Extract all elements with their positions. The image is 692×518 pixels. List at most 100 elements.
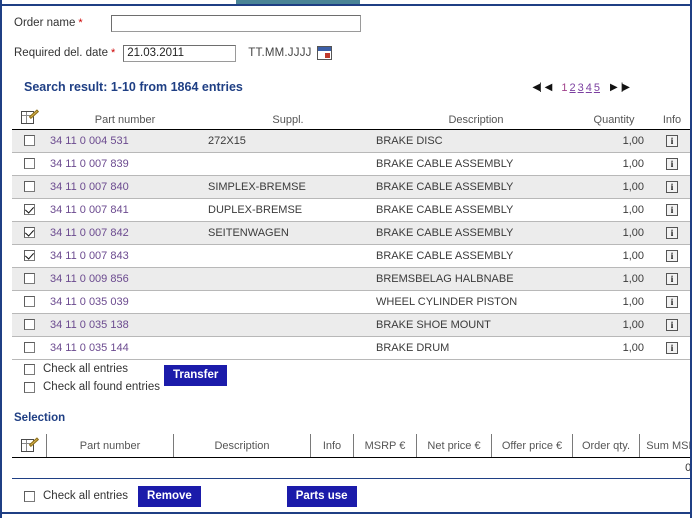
row-select-cell[interactable] (12, 290, 46, 314)
row-select-cell[interactable] (12, 175, 46, 199)
check-all-entries-checkbox[interactable] (24, 363, 35, 375)
pager-first-icon[interactable]: ◀| (532, 83, 541, 93)
info-icon[interactable]: i (666, 227, 678, 239)
cell-info[interactable]: i (648, 198, 690, 222)
row-checkbox[interactable] (23, 203, 35, 215)
row-select-cell[interactable] (12, 336, 46, 360)
info-icon[interactable]: i (666, 319, 678, 331)
cell-part-number[interactable]: 34 11 0 004 531 (46, 129, 204, 153)
part-number-link[interactable]: 34 11 0 009 856 (50, 273, 129, 285)
cell-info[interactable]: i (648, 336, 690, 360)
row-select-cell[interactable] (12, 129, 46, 153)
part-number-link[interactable]: 34 11 0 035 039 (50, 296, 129, 308)
info-icon[interactable]: i (666, 273, 678, 285)
header-quantity[interactable]: Quantity (580, 108, 648, 130)
cell-supplier: SIMPLEX-BREMSE (204, 175, 372, 199)
cell-part-number[interactable]: 34 11 0 035 138 (46, 313, 204, 337)
selection-header-select-all-cell[interactable] (12, 434, 47, 458)
part-number-link[interactable]: 34 11 0 007 843 (50, 250, 129, 262)
grid-pencil-icon[interactable] (21, 109, 40, 125)
parts-use-button[interactable]: Parts use (286, 485, 357, 507)
cell-info[interactable]: i (648, 175, 690, 199)
cell-part-number[interactable]: 34 11 0 007 843 (46, 244, 204, 268)
cell-part-number[interactable]: 34 11 0 007 839 (46, 152, 204, 176)
cell-quantity: 1,00 (580, 267, 648, 291)
pager-page-5[interactable]: 5 (594, 82, 600, 94)
info-icon[interactable]: i (666, 158, 678, 170)
row-select-cell[interactable] (12, 313, 46, 337)
row-select-cell[interactable] (12, 221, 46, 245)
selection-header-offer-price[interactable]: Offer price € (491, 434, 573, 458)
cell-quantity: 1,00 (580, 129, 648, 153)
info-icon[interactable]: i (666, 342, 678, 354)
row-checkbox[interactable] (23, 249, 35, 261)
row-select-cell[interactable] (12, 244, 46, 268)
row-checkbox[interactable] (23, 341, 35, 353)
pager-next-icon[interactable]: ▶ (610, 83, 618, 93)
info-icon[interactable]: i (666, 181, 678, 193)
cell-info[interactable]: i (648, 221, 690, 245)
grid-pencil-icon[interactable] (21, 436, 40, 453)
calendar-icon[interactable] (316, 46, 332, 60)
row-select-cell[interactable] (12, 267, 46, 291)
row-checkbox[interactable] (23, 318, 35, 330)
bottom-divider (2, 512, 690, 514)
cell-info[interactable]: i (648, 313, 690, 337)
selection-check-all-entries-checkbox[interactable] (24, 490, 35, 502)
info-icon[interactable]: i (666, 250, 678, 262)
header-select-all-cell[interactable] (12, 108, 46, 130)
cell-info[interactable]: i (648, 152, 690, 176)
cell-info[interactable]: i (648, 267, 690, 291)
selection-header-msrp[interactable]: MSRP € (353, 434, 417, 458)
cell-part-number[interactable]: 34 11 0 009 856 (46, 267, 204, 291)
part-number-link[interactable]: 34 11 0 035 138 (50, 319, 129, 331)
row-checkbox[interactable] (23, 295, 35, 307)
part-number-link[interactable]: 34 11 0 007 840 (50, 181, 129, 193)
info-icon[interactable]: i (666, 296, 678, 308)
pager-page-1[interactable]: 1 (561, 82, 567, 94)
row-checkbox[interactable] (23, 226, 35, 238)
transfer-button[interactable]: Transfer (164, 365, 228, 386)
pager-page-4[interactable]: 4 (586, 82, 592, 94)
part-number-link[interactable]: 34 11 0 035 144 (50, 342, 129, 354)
pager-prev-icon[interactable]: ◀ (545, 83, 553, 93)
pager-last-icon[interactable]: |▶ (621, 83, 630, 93)
cell-part-number[interactable]: 34 11 0 007 841 (46, 198, 204, 222)
selection-header-description[interactable]: Description (173, 434, 311, 458)
cell-part-number[interactable]: 34 11 0 007 840 (46, 175, 204, 199)
row-checkbox[interactable] (23, 157, 35, 169)
check-all-found-entries-checkbox[interactable] (24, 381, 35, 393)
cell-part-number[interactable]: 34 11 0 007 842 (46, 221, 204, 245)
cell-info[interactable]: i (648, 290, 690, 314)
row-checkbox[interactable] (23, 180, 35, 192)
pager-page-3[interactable]: 3 (578, 82, 584, 94)
part-number-link[interactable]: 34 11 0 007 839 (50, 158, 129, 170)
row-select-cell[interactable] (12, 152, 46, 176)
part-number-link[interactable]: 34 11 0 007 842 (50, 227, 129, 239)
cell-description: WHEEL CYLINDER PISTON (372, 290, 580, 314)
order-parts-page: Order name * Required del. date * TT.MM.… (0, 0, 692, 518)
header-description[interactable]: Description (372, 108, 580, 130)
selection-header-sum-msrp[interactable]: Sum MSRP (639, 434, 690, 458)
order-name-input[interactable] (110, 14, 361, 32)
part-number-link[interactable]: 34 11 0 004 531 (50, 135, 129, 147)
part-number-link[interactable]: 34 11 0 007 841 (50, 204, 129, 216)
selection-header-order-qty[interactable]: Order qty. (572, 434, 640, 458)
pager-page-2[interactable]: 2 (570, 82, 576, 94)
info-icon[interactable]: i (666, 135, 678, 147)
cell-part-number[interactable]: 34 11 0 035 144 (46, 336, 204, 360)
active-tab-indicator[interactable] (236, 0, 360, 4)
header-part-number[interactable]: Part number (46, 108, 204, 130)
cell-info[interactable]: i (648, 244, 690, 268)
row-select-cell[interactable] (12, 198, 46, 222)
header-supplier[interactable]: Suppl. (204, 108, 372, 130)
remove-button[interactable]: Remove (138, 485, 201, 507)
row-checkbox[interactable] (23, 272, 35, 284)
cell-info[interactable]: i (648, 129, 690, 153)
required-date-input[interactable] (123, 44, 237, 62)
cell-part-number[interactable]: 34 11 0 035 039 (46, 290, 204, 314)
info-icon[interactable]: i (666, 204, 678, 216)
selection-header-net-price[interactable]: Net price € (416, 434, 492, 458)
row-checkbox[interactable] (23, 134, 35, 146)
selection-header-part-number[interactable]: Part number (46, 434, 174, 458)
